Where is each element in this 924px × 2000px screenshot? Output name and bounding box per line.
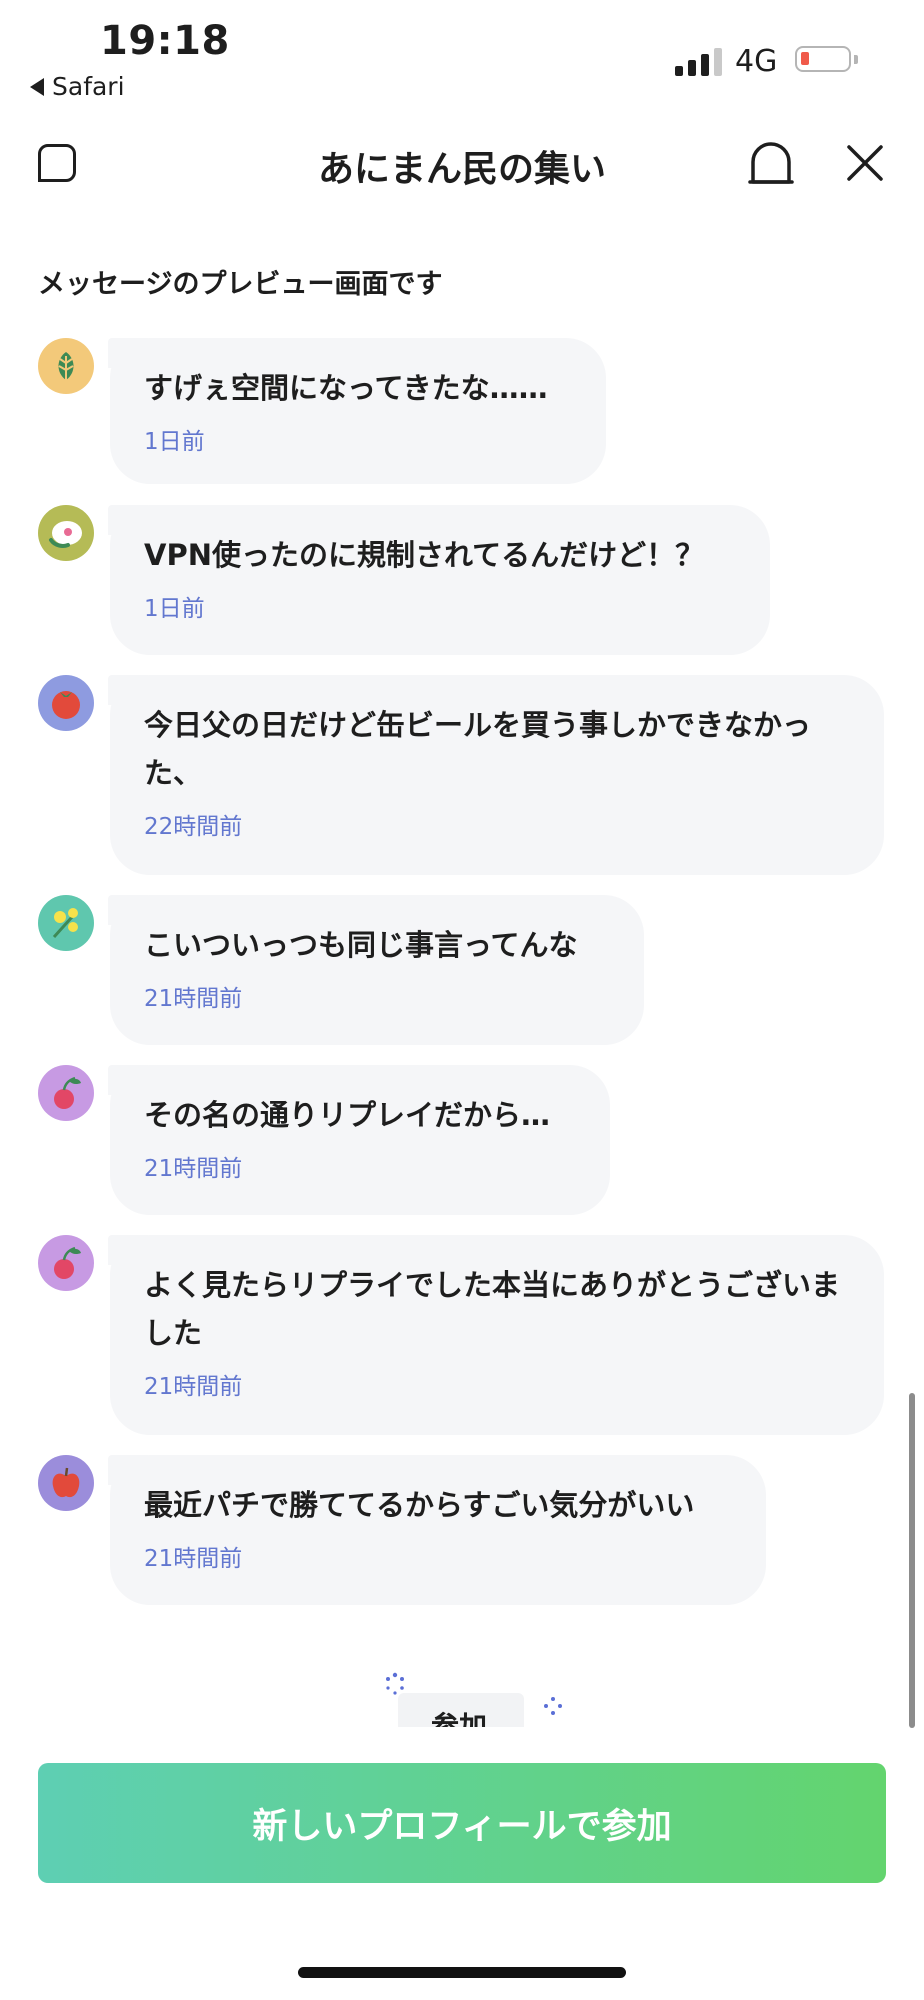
- avatar: [38, 895, 94, 951]
- avatar: [38, 1065, 94, 1121]
- content-mask: [0, 1727, 924, 1767]
- avatar: [38, 675, 94, 731]
- apple-icon: [52, 1467, 80, 1498]
- message-bubble: こいついっつも同じ事言ってんな 21時間前: [108, 895, 644, 1045]
- message-text: その名の通りリプレイだから…: [144, 1098, 551, 1132]
- back-to-safari-link[interactable]: Safari: [30, 72, 125, 101]
- back-app-label: Safari: [52, 72, 125, 101]
- message-time: 22時間前: [144, 814, 243, 840]
- message-bubble: VPN使ったのに規制されてるんだけど！？ 1日前: [108, 505, 770, 655]
- message-text: すげぇ空間になってきたな……: [144, 371, 548, 405]
- avatar: [38, 338, 94, 394]
- battery-level-fill: [801, 52, 809, 65]
- message-bubble: 最近パチで勝ててるからすごい気分がいい 21時間前: [108, 1455, 766, 1605]
- avatar: [38, 505, 94, 561]
- close-icon[interactable]: [845, 143, 885, 183]
- bell-icon[interactable]: [748, 140, 794, 186]
- sparkle-icon: [544, 1697, 562, 1715]
- message-time: 21時間前: [144, 1546, 243, 1572]
- message-text: こいついっつも同じ事言ってんな: [144, 928, 578, 962]
- message-time: 21時間前: [144, 986, 243, 1012]
- home-indicator[interactable]: [298, 1967, 626, 1978]
- chat-header: あにまん民の集い: [0, 130, 924, 200]
- join-with-new-profile-button[interactable]: 新しいプロフィールで参加: [38, 1763, 886, 1883]
- rice-ball-icon: [49, 521, 82, 548]
- message-bubble: その名の通りリプレイだから… 21時間前: [108, 1065, 610, 1215]
- leaf-icon: [58, 352, 74, 380]
- message-bubble: よく見たらリプライでした本当にありがとうございました 21時間前: [108, 1235, 884, 1435]
- message-text: よく見たらリプライでした本当にありがとうございました: [144, 1268, 841, 1350]
- message-text: VPN使ったのに規制されてるんだけど！？: [144, 538, 705, 572]
- message-time: 21時間前: [144, 1156, 243, 1182]
- scrollbar[interactable]: [909, 1393, 915, 1728]
- join-chip-label: 参加: [431, 1710, 488, 1727]
- avatar: [38, 1235, 94, 1291]
- message-time: 1日前: [144, 596, 205, 622]
- message-bubble: すげぇ空間になってきたな…… 1日前: [108, 338, 606, 484]
- cellular-signal-icon: [675, 46, 722, 76]
- battery-icon: [795, 46, 858, 72]
- preview-label: メッセージのプレビュー画面です: [38, 269, 443, 300]
- back-arrow-icon: [30, 77, 44, 96]
- message-time: 21時間前: [144, 1374, 243, 1400]
- message-text: 最近パチで勝ててるからすごい気分がいい: [144, 1488, 695, 1522]
- message-bubble: 今日父の日だけど缶ビールを買う事しかできなかった、 22時間前: [108, 675, 884, 875]
- message-time: 1日前: [144, 429, 205, 455]
- tomato-icon: [52, 691, 80, 719]
- network-type: 4G: [735, 44, 778, 79]
- mimosa-icon: [52, 908, 78, 939]
- avatar: [38, 1455, 94, 1511]
- cherry-icon: [54, 1246, 81, 1279]
- status-time: 19:18: [100, 18, 230, 64]
- join-chip[interactable]: 参加: [398, 1693, 524, 1727]
- cherry-icon: [54, 1076, 81, 1109]
- message-text: 今日父の日だけど缶ビールを買う事しかできなかった、: [144, 708, 812, 790]
